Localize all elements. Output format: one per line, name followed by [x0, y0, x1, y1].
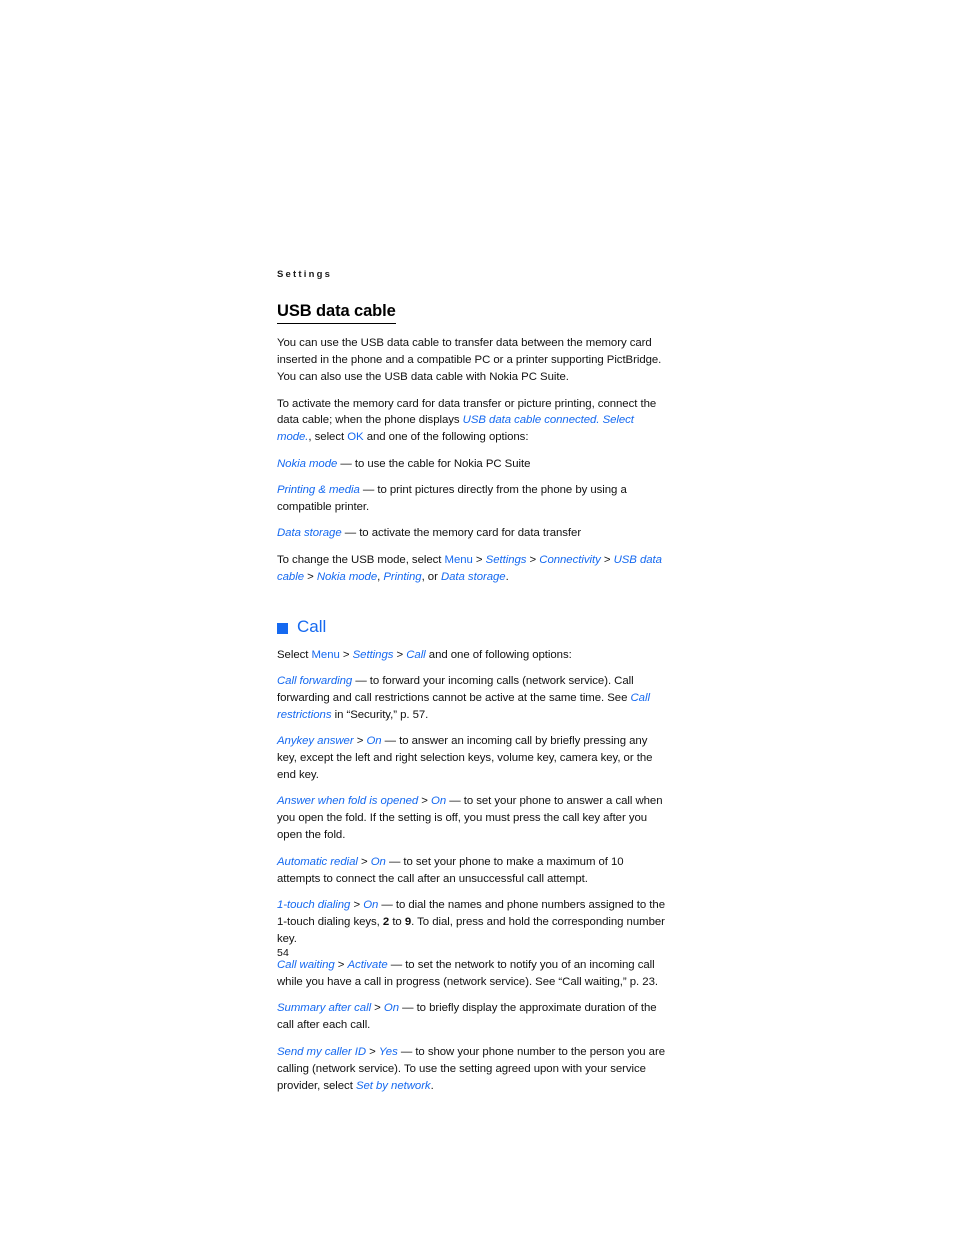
- ui-term: Answer when fold is opened: [277, 795, 419, 808]
- ui-term: Call forwarding: [277, 674, 353, 687]
- section-heading-usb-data-cable: USB data cable: [277, 302, 396, 325]
- menu-separator: >: [350, 898, 364, 911]
- key-label: OK: [347, 431, 364, 444]
- sections-container: USB data cable You can use the USB data c…: [277, 302, 669, 1095]
- key-label: Menu: [311, 648, 340, 661]
- menu-separator: >: [353, 735, 367, 748]
- paragraph-summary-after-call: Summary after call > On — to briefly dis…: [277, 1000, 669, 1034]
- ui-term: Activate: [347, 959, 388, 972]
- menu-separator: >: [600, 553, 614, 566]
- menu-separator: >: [303, 570, 317, 583]
- ui-term: Printing: [383, 570, 422, 583]
- paragraph-usb-opt-nokia-mode: Nokia mode — to use the cable for Nokia …: [277, 456, 669, 473]
- ui-term: Data storage: [277, 527, 342, 540]
- section-heading-label: Call: [297, 617, 327, 637]
- text-run: in “Security,” p. 57.: [331, 708, 429, 721]
- ui-term: Nokia mode: [277, 457, 338, 470]
- ui-term: Call waiting: [277, 959, 335, 972]
- paragraph-call-waiting: Call waiting > Activate — to set the net…: [277, 957, 669, 991]
- page-number: 54: [277, 947, 290, 959]
- ui-term: Connectivity: [539, 553, 601, 566]
- text-run: You can use the USB data cable to transf…: [277, 337, 662, 384]
- ui-term: Call: [406, 648, 426, 661]
- text-run: , select: [308, 431, 348, 444]
- ui-term: Anykey answer: [277, 735, 354, 748]
- ui-term: Send my caller ID: [277, 1045, 367, 1058]
- text-run: .: [505, 570, 509, 583]
- paragraph-usb-intro: You can use the USB data cable to transf…: [277, 335, 669, 386]
- ui-term: On: [431, 795, 447, 808]
- ui-term: On: [370, 855, 386, 868]
- paragraph-usb-change-mode: To change the USB mode, select Menu > Se…: [277, 552, 669, 586]
- text-run: and one of following options:: [425, 648, 572, 661]
- ui-term: On: [366, 735, 382, 748]
- text-run: — to activate the memory card for data t…: [341, 527, 582, 540]
- menu-separator: >: [366, 1045, 379, 1058]
- menu-separator: >: [418, 795, 432, 808]
- paragraph-usb-activate: To activate the memory card for data tra…: [277, 396, 669, 447]
- text-run: and one of the following options:: [363, 431, 529, 444]
- paragraph-call-forwarding: Call forwarding — to forward your incomi…: [277, 673, 669, 724]
- paragraph-call-intro: Select Menu > Settings > Call and one of…: [277, 647, 669, 664]
- blue-square-bullet-icon: [277, 622, 288, 634]
- menu-separator: >: [339, 648, 353, 661]
- text-run: To change the USB mode, select: [277, 553, 445, 566]
- menu-separator: >: [357, 855, 371, 868]
- paragraph-usb-opt-data-storage: Data storage — to activate the memory ca…: [277, 525, 669, 542]
- menu-separator: >: [371, 1002, 384, 1015]
- ui-term: On: [383, 1002, 399, 1015]
- section-heading-call: Call: [277, 617, 669, 637]
- paragraph-usb-opt-printing-media: Printing & media — to print pictures dir…: [277, 482, 669, 516]
- paragraph-send-my-caller-id: Send my caller ID > Yes — to show your p…: [277, 1044, 669, 1095]
- text-run: Select: [277, 648, 312, 661]
- ui-term: On: [363, 898, 379, 911]
- ui-term: Settings: [352, 648, 394, 661]
- paragraph-answer-when-fold-is-opened: Answer when fold is opened > On — to set…: [277, 793, 669, 844]
- text-run: , or: [421, 570, 441, 583]
- ui-term: 1-touch dialing: [277, 898, 351, 911]
- menu-separator: >: [393, 648, 407, 661]
- ui-term: Set by network: [355, 1079, 431, 1092]
- text-run: .: [430, 1079, 434, 1092]
- ui-term: Settings: [485, 553, 527, 566]
- key-label: Menu: [444, 553, 473, 566]
- ui-term: Printing & media: [277, 484, 360, 497]
- paragraph-one-touch-dialing: 1-touch dialing > On — to dial the names…: [277, 897, 669, 948]
- ui-term: Summary after call: [277, 1002, 372, 1015]
- ui-term: Nokia mode: [316, 570, 378, 583]
- paragraph-anykey-answer: Anykey answer > On — to answer an incomi…: [277, 733, 669, 784]
- menu-separator: >: [334, 959, 348, 972]
- text-run: — to use the cable for Nokia PC Suite: [337, 457, 531, 470]
- paragraph-automatic-redial: Automatic redial > On — to set your phon…: [277, 854, 669, 888]
- menu-separator: >: [472, 553, 486, 566]
- ui-term: Data storage: [440, 570, 506, 583]
- running-header: Settings: [277, 269, 333, 280]
- page-content: Settings USB data cable You can use the U…: [277, 270, 669, 1104]
- menu-separator: >: [526, 553, 540, 566]
- ui-term: Yes: [378, 1045, 398, 1058]
- ui-term: Automatic redial: [277, 855, 358, 868]
- text-run: to: [389, 915, 405, 928]
